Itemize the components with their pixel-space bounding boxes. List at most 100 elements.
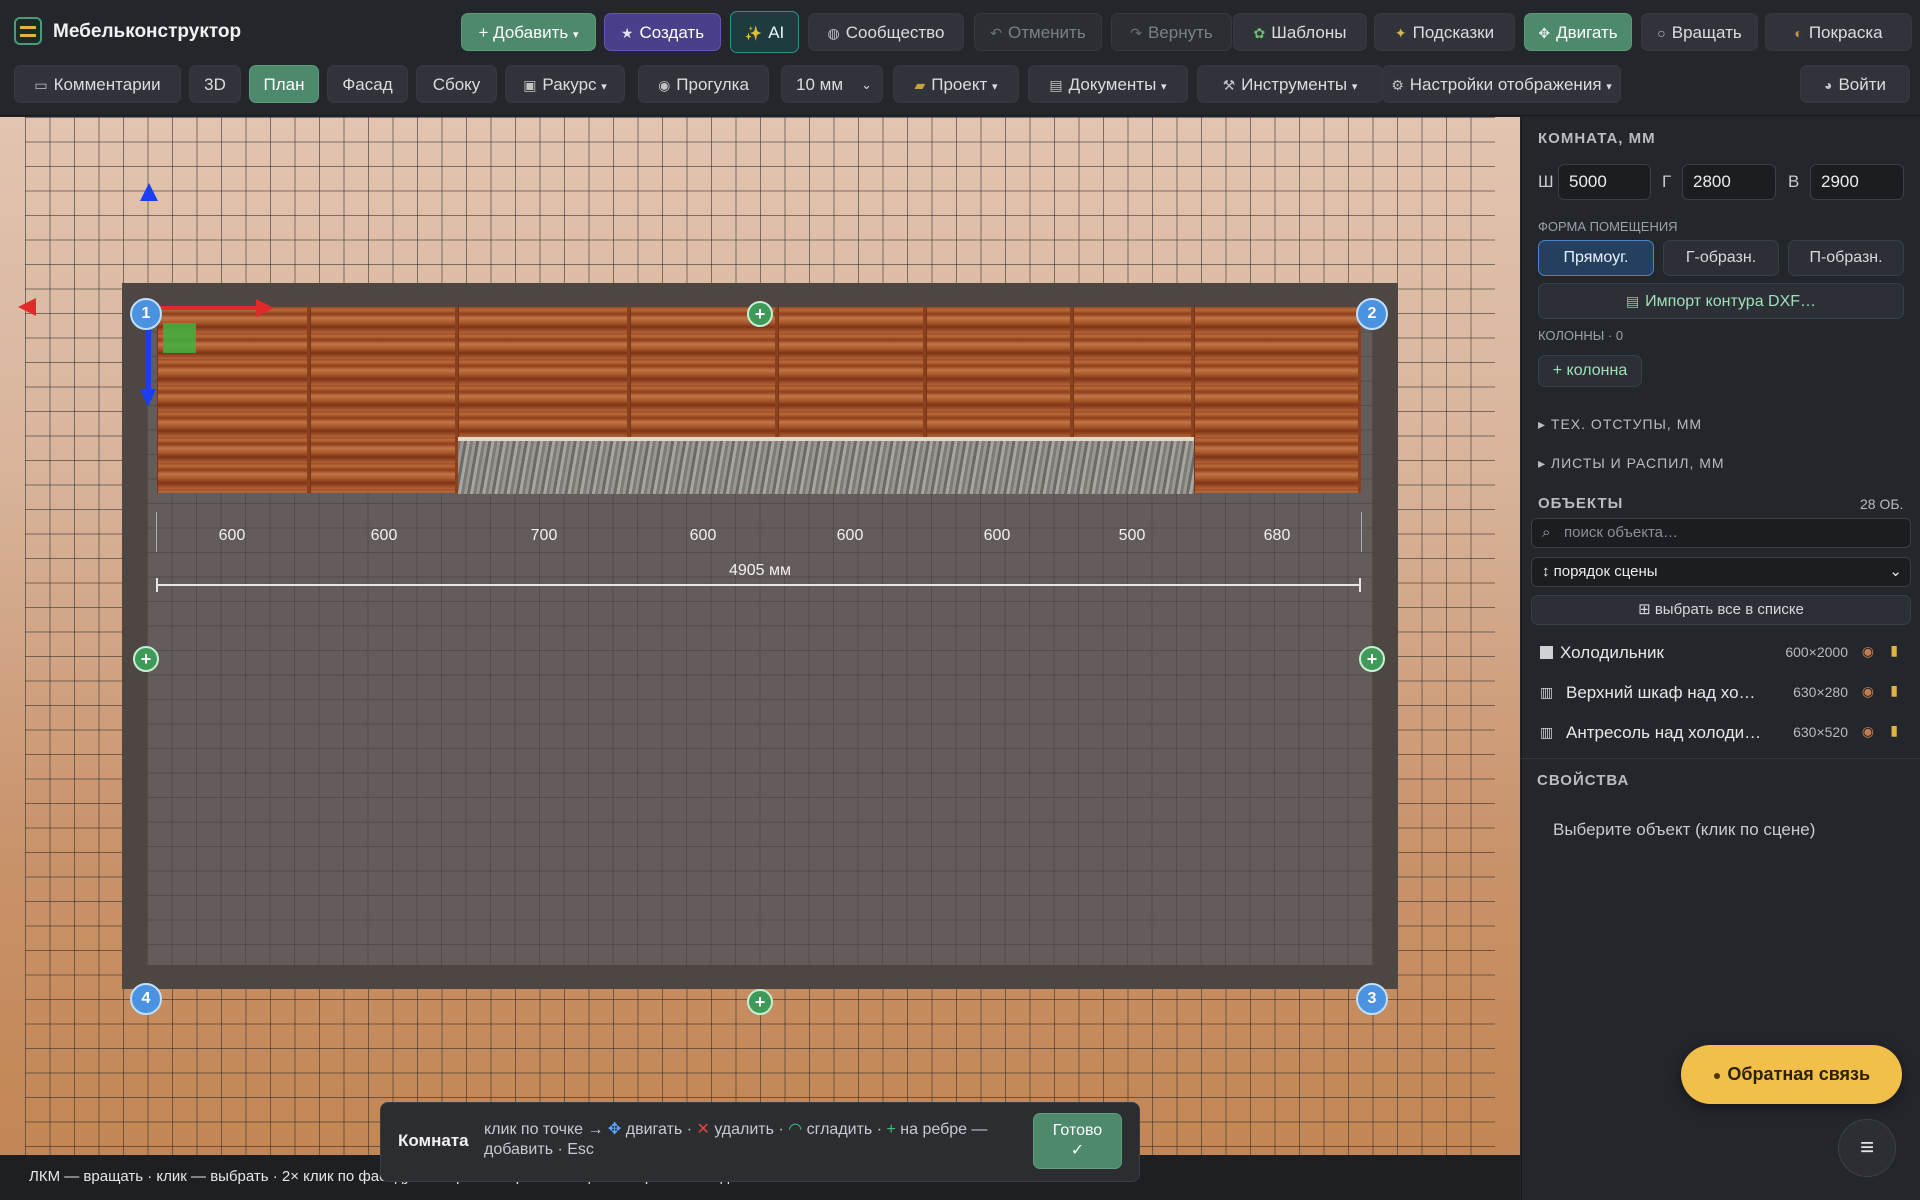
object-name: Холодильник (1560, 643, 1664, 662)
object-size: 630×520 (1793, 724, 1848, 740)
total-dimension-line (156, 584, 1361, 586)
cabinet[interactable] (1073, 307, 1194, 437)
arrow-up-icon[interactable] (140, 183, 158, 201)
move-icon: ✥ (1538, 25, 1551, 41)
object-size: 600×2000 (1785, 644, 1848, 660)
paint-mode-button[interactable]: ◐ Покраска (1765, 13, 1912, 51)
room-corner-1[interactable]: 1 (130, 298, 162, 330)
gear-icon: ⚙ (1391, 77, 1404, 93)
view-facade-button[interactable]: Фасад (327, 65, 408, 103)
room-heading: КОМНАТА, ММ (1538, 130, 1656, 147)
scene-order-select[interactable]: ↕ порядок сцены ⌄ (1531, 557, 1911, 587)
list-item[interactable]: ▥ Верхний шкаф над хо… 630×280 ◉ ▮ (1536, 678, 1904, 710)
walk-button[interactable]: ◉ Прогулка (638, 65, 769, 103)
arrow-down-icon[interactable] (140, 389, 156, 407)
add-point-plus-icon[interactable]: + (747, 989, 773, 1015)
properties-hint: Выберите объект (клик по сцене) (1553, 820, 1816, 839)
countertop[interactable] (458, 437, 1194, 494)
import-dxf-button[interactable]: ▤ Импорт контура DXF… (1538, 283, 1904, 319)
create-button[interactable]: ★ Создать (604, 13, 721, 51)
add-column-button[interactable]: + колонна (1538, 355, 1642, 387)
login-button[interactable]: ◕ Войти (1800, 65, 1910, 103)
templates-button[interactable]: ✿ Шаблоны (1233, 13, 1367, 51)
feedback-button[interactable]: ● Обратная связь (1681, 1045, 1902, 1104)
grid-step-select[interactable]: 10 мм ⌄ (781, 65, 883, 103)
view-side-button[interactable]: Сбоку (416, 65, 497, 103)
eye-icon[interactable]: ◉ (1862, 643, 1874, 660)
cabinet[interactable] (310, 307, 458, 493)
shape-rect-button[interactable]: Прямоуг. (1538, 240, 1654, 276)
view-plan-button[interactable]: План (249, 65, 319, 103)
add-point-plus-icon[interactable]: + (1359, 646, 1385, 672)
community-button[interactable]: ◍ Сообщество (808, 13, 964, 51)
lock-icon[interactable]: ▮ (1890, 642, 1898, 659)
move-mode-button[interactable]: ✥ Двигать (1524, 13, 1632, 51)
dimension-tick (1359, 578, 1361, 592)
room-corner-4[interactable]: 4 (130, 983, 162, 1015)
comments-button[interactable]: ▭ Комментарии (14, 65, 181, 103)
sheets-toggle[interactable]: ▸ ЛИСТЫ И РАСПИЛ, ММ (1538, 455, 1725, 472)
display-settings-menu[interactable]: ⚙ Настройки отображения ▾ (1382, 65, 1621, 103)
shape-l-button[interactable]: Г-образн. (1663, 240, 1779, 276)
star-icon: ★ (620, 25, 634, 41)
width-label: Ш (1538, 172, 1554, 191)
eye-icon[interactable]: ◉ (1862, 723, 1874, 740)
documents-menu[interactable]: ▤ Документы ▾ (1028, 65, 1188, 103)
rotate-icon: ○ (1657, 25, 1666, 41)
room-width-input[interactable]: 5000 (1558, 164, 1651, 200)
app: Мебельконструктор + Добавить ▾ ★ Создать … (0, 0, 1920, 1200)
view-3d-button[interactable]: 3D (189, 65, 241, 103)
depth-label: Г (1662, 172, 1672, 191)
camera-angle-dropdown[interactable]: ▣ Ракурс ▾ (505, 65, 625, 103)
app-title: Мебельконструктор (53, 21, 242, 42)
arrow-right-icon[interactable] (256, 299, 274, 317)
cabinet[interactable] (778, 307, 926, 437)
select-all-button[interactable]: ⊞ выбрать все в списке (1531, 595, 1911, 625)
user-icon: ◕ (1823, 77, 1833, 93)
shape-u-button[interactable]: П-образн. (1788, 240, 1904, 276)
tools-icon: ⚒ (1222, 77, 1236, 93)
room-depth-input[interactable]: 2800 (1682, 164, 1776, 200)
dimension-label: 680 (1263, 527, 1291, 544)
room-edit-toast: Комната клик по точке → ✥ двигать · ✕ уд… (380, 1102, 1140, 1182)
lock-icon[interactable]: ▮ (1890, 722, 1898, 739)
add-button[interactable]: + Добавить ▾ (461, 13, 596, 51)
rotate-mode-button[interactable]: ○ Вращать (1641, 13, 1758, 51)
globe-icon: ◍ (827, 25, 840, 41)
dimension-label: 700 (530, 527, 558, 544)
menu-icon[interactable]: ≡ (1838, 1119, 1896, 1177)
total-dimension-label: 4905 мм (728, 562, 792, 579)
list-item[interactable]: Холодильник 600×2000 ◉ ▮ (1536, 638, 1904, 670)
eye-icon[interactable]: ◉ (1862, 683, 1874, 700)
room-height-input[interactable]: 2900 (1810, 164, 1904, 200)
object-search-input[interactable]: ⌕ поиск объекта… (1531, 518, 1911, 548)
comment-icon: ▭ (34, 77, 48, 93)
room-corner-2[interactable]: 2 (1356, 298, 1388, 330)
hints-button[interactable]: ✦ Подсказки (1374, 13, 1515, 51)
add-point-plus-icon[interactable]: + (747, 301, 773, 327)
cabinet[interactable] (926, 307, 1073, 437)
redo-button[interactable]: ↷ Вернуть (1111, 13, 1232, 51)
lock-icon[interactable]: ▮ (1890, 682, 1898, 699)
project-menu[interactable]: ▰ Проект ▾ (893, 65, 1019, 103)
cabinet[interactable] (1194, 307, 1361, 493)
done-button[interactable]: Готово ✓ (1033, 1113, 1122, 1169)
tools-menu[interactable]: ⚒ Инструменты ▾ (1197, 65, 1383, 103)
selection-marker[interactable] (163, 323, 196, 353)
ai-button[interactable]: ✨ AI (730, 11, 799, 53)
file-icon: ▤ (1625, 293, 1640, 309)
plan-canvas[interactable]: 600 600 700 600 600 600 500 680 4905 мм … (0, 117, 1520, 1155)
arrow-left-icon[interactable] (18, 298, 36, 316)
dimension-label: 600 (983, 527, 1011, 544)
cabinet-icon: ▥ (1540, 724, 1554, 740)
undo-button[interactable]: ↶ Отменить (974, 13, 1102, 51)
tech-offsets-toggle[interactable]: ▸ ТЕХ. ОТСТУПЫ, ММ (1538, 416, 1702, 433)
list-item[interactable]: ▥ Антресоль над холоди… 630×520 ◉ ▮ (1536, 718, 1904, 750)
x-axis-handle[interactable] (150, 306, 260, 310)
cabinet[interactable] (458, 307, 630, 437)
room-corner-3[interactable]: 3 (1356, 983, 1388, 1015)
properties-heading: СВОЙСТВА (1537, 772, 1630, 789)
add-point-plus-icon[interactable]: + (133, 646, 159, 672)
divider (1521, 758, 1920, 759)
chat-icon: ● (1712, 1067, 1722, 1083)
